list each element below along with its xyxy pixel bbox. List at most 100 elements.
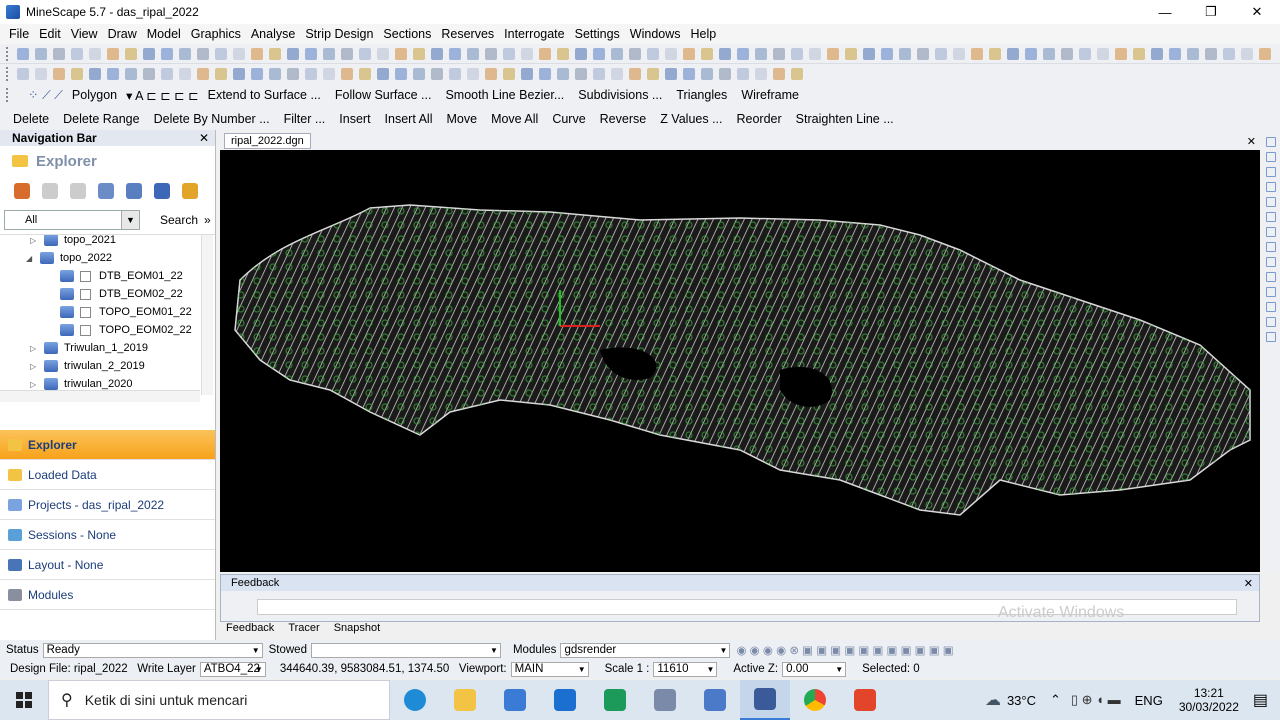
right-tool-icon[interactable] <box>1266 197 1276 207</box>
menu-view[interactable]: View <box>66 27 103 41</box>
expand-arrow-icon[interactable]: ▷ <box>30 344 40 353</box>
toolbar-tool-icon[interactable] <box>431 47 443 60</box>
toolbar-tool-icon[interactable] <box>413 47 425 60</box>
toolbar-tool-icon[interactable] <box>197 47 209 60</box>
temperature[interactable]: 33°C <box>1007 693 1036 708</box>
toolbar-tool-icon[interactable] <box>593 47 605 60</box>
toolbar-tool-icon[interactable] <box>305 47 317 60</box>
toolbar-tool-icon[interactable] <box>71 67 83 80</box>
toolbar-tool-icon[interactable] <box>53 67 65 80</box>
toolbar-tool-icon[interactable] <box>341 47 353 60</box>
toolbar-tool-icon[interactable] <box>395 47 407 60</box>
toolbar-tool-icon[interactable] <box>215 47 227 60</box>
graphics-viewport[interactable] <box>220 150 1260 572</box>
draw-tool-icons[interactable]: ⁘ ⟋ ⟋ <box>26 87 65 103</box>
toolbar-tool-icon[interactable] <box>1241 47 1253 60</box>
toolbar-grip[interactable] <box>6 46 10 61</box>
toolbar-tool-icon[interactable] <box>701 47 713 60</box>
back-icon[interactable] <box>42 183 58 199</box>
tree-node[interactable]: ▷ triwulan_2_2019 <box>30 357 145 375</box>
toolbar-grip[interactable] <box>6 88 22 102</box>
toolbar-tool-icon[interactable] <box>197 67 209 80</box>
right-tool-icon[interactable] <box>1266 317 1276 327</box>
toolbar-tool-icon[interactable] <box>17 67 29 80</box>
toolbar-tool-icon[interactable] <box>791 67 803 80</box>
toolbar-tool-icon[interactable] <box>269 47 281 60</box>
clock[interactable]: 13:21 30/03/2022 <box>1179 686 1239 714</box>
layer-checkbox[interactable] <box>80 306 91 318</box>
tab-snapshot[interactable]: Snapshot <box>334 622 380 634</box>
chevron-down-icon[interactable]: ▼ <box>255 665 263 674</box>
curve-button[interactable]: Curve <box>545 112 592 126</box>
toolbar-tool-icon[interactable] <box>35 47 47 60</box>
tree-node[interactable]: DTB_EOM01_22 <box>60 267 183 285</box>
toolbar-tool-icon[interactable] <box>233 67 245 80</box>
weather-icon[interactable]: ☁ <box>985 690 1001 710</box>
expand-icon[interactable]: » <box>204 213 211 227</box>
stowed-field[interactable]: ▼ <box>310 642 501 658</box>
toolbar-tool-icon[interactable] <box>1025 47 1037 60</box>
toolbar-tool-icon[interactable] <box>701 67 713 80</box>
notification-icon[interactable]: ▤ <box>1253 690 1268 710</box>
toolbar-tool-icon[interactable] <box>755 47 767 60</box>
toolbar-tool-icon[interactable] <box>539 67 551 80</box>
status-tool-icons[interactable]: ◉ ◉ ◉ ◉ ⊗ ▣ ▣ ▣ ▣ ▣ ▣ ▣ ▣ ▣ ▣ ▣ <box>736 643 953 657</box>
toolbar-tool-icon[interactable] <box>1043 47 1055 60</box>
right-tool-icon[interactable] <box>1266 137 1276 147</box>
menu-interrogate[interactable]: Interrogate <box>499 27 569 41</box>
toolbar-tool-icon[interactable] <box>881 47 893 60</box>
chevron-down-icon[interactable]: ▼ <box>706 665 714 674</box>
toolbar-tool-icon[interactable] <box>179 47 191 60</box>
menu-analyse[interactable]: Analyse <box>246 27 300 41</box>
toolbar-tool-icon[interactable] <box>593 67 605 80</box>
toolbar-tool-icon[interactable] <box>107 47 119 60</box>
toolbar-tool-icon[interactable] <box>611 67 623 80</box>
tray-chevron-icon[interactable]: ⌃ <box>1050 692 1061 708</box>
layer-checkbox[interactable] <box>80 270 91 282</box>
move-all-button[interactable]: Move All <box>484 112 545 126</box>
toolbar-tool-icon[interactable] <box>629 67 641 80</box>
delete-range-button[interactable]: Delete Range <box>56 112 146 126</box>
toolbar-tool-icon[interactable] <box>989 47 1001 60</box>
z-values-button[interactable]: Z Values ... <box>653 112 729 126</box>
right-tool-icon[interactable] <box>1266 227 1276 237</box>
toolbar-tool-icon[interactable] <box>215 67 227 80</box>
toolbar-tool-icon[interactable] <box>1151 47 1163 60</box>
toolbar-tool-icon[interactable] <box>485 47 497 60</box>
insert-all-button[interactable]: Insert All <box>378 112 440 126</box>
tree-node[interactable]: TOPO_EOM01_22 <box>60 303 192 321</box>
toolbar-tool-icon[interactable] <box>251 67 263 80</box>
straighten-line-button[interactable]: Straighten Line ... <box>789 112 901 126</box>
panel-layout[interactable]: Layout - None <box>0 550 215 580</box>
toolbar-tool-icon[interactable] <box>179 67 191 80</box>
toolbar-tool-icon[interactable] <box>485 67 497 80</box>
toolbar-tool-icon[interactable] <box>395 67 407 80</box>
menu-model[interactable]: Model <box>142 27 186 41</box>
right-tool-icon[interactable] <box>1266 212 1276 222</box>
minimize-button[interactable]: — <box>1142 0 1188 24</box>
toolbar-tool-icon[interactable] <box>1061 47 1073 60</box>
toolbar-tool-icon[interactable] <box>719 47 731 60</box>
menu-settings[interactable]: Settings <box>570 27 625 41</box>
menu-help[interactable]: Help <box>686 27 722 41</box>
expand-arrow-icon[interactable]: ▷ <box>30 380 40 389</box>
right-tool-icon[interactable] <box>1266 242 1276 252</box>
toolbar-tool-icon[interactable] <box>575 47 587 60</box>
taskbar-edge[interactable] <box>390 680 440 720</box>
toolbar-tool-icon[interactable] <box>287 67 299 80</box>
reorder-button[interactable]: Reorder <box>730 112 789 126</box>
toolbar-tool-icon[interactable] <box>1187 47 1199 60</box>
toolbar-tool-icon[interactable] <box>1007 47 1019 60</box>
toolbar-tool-icon[interactable] <box>233 47 245 60</box>
right-tool-icon[interactable] <box>1266 257 1276 267</box>
chevron-down-icon[interactable]: ▼ <box>490 646 498 655</box>
toolbar-tool-icon[interactable] <box>863 47 875 60</box>
toolbar-tool-icon[interactable] <box>161 47 173 60</box>
taskbar-app-search2[interactable] <box>690 680 740 720</box>
close-button[interactable]: ✕ <box>1234 0 1280 24</box>
toolbar-tool-icon[interactable] <box>341 67 353 80</box>
list-icon[interactable] <box>98 183 114 199</box>
taskbar-app-search[interactable] <box>640 680 690 720</box>
toolbar-tool-icon[interactable] <box>791 47 803 60</box>
menu-sections[interactable]: Sections <box>378 27 436 41</box>
